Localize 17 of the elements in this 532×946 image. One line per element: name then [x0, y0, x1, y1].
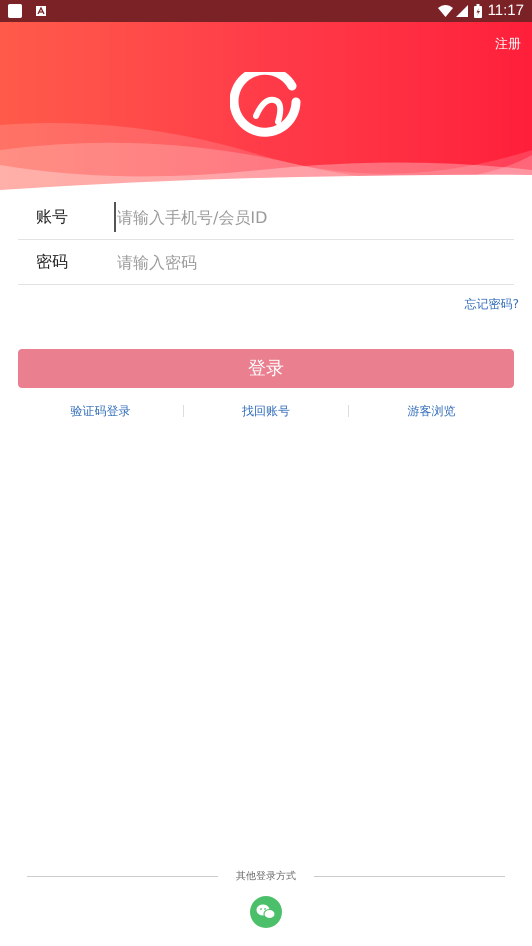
battery-icon — [474, 4, 482, 18]
wechat-icon[interactable] — [250, 896, 282, 928]
notification-icon — [8, 4, 22, 18]
field-label: 账号 — [35, 206, 69, 228]
forgot-password-link[interactable]: 忘记密码? — [464, 295, 519, 313]
wifi-icon — [438, 5, 453, 17]
text-link[interactable]: 验证码登录 — [70, 402, 130, 420]
text-link[interactable]: 找回账号 — [242, 402, 290, 420]
signal-icon — [456, 5, 468, 17]
status-time: 11:17 — [488, 0, 524, 21]
input-field[interactable]: 请输入手机号/会员ID — [114, 202, 514, 232]
input-field[interactable]: 请输入密码 — [114, 247, 514, 277]
text-link[interactable]: 游客浏览 — [408, 402, 456, 420]
register-link[interactable]: 注册 — [495, 35, 521, 54]
notification-icon — [36, 6, 46, 16]
field-label: 密码 — [35, 251, 69, 273]
other-login-title: 其他登录方式 — [235, 870, 297, 884]
